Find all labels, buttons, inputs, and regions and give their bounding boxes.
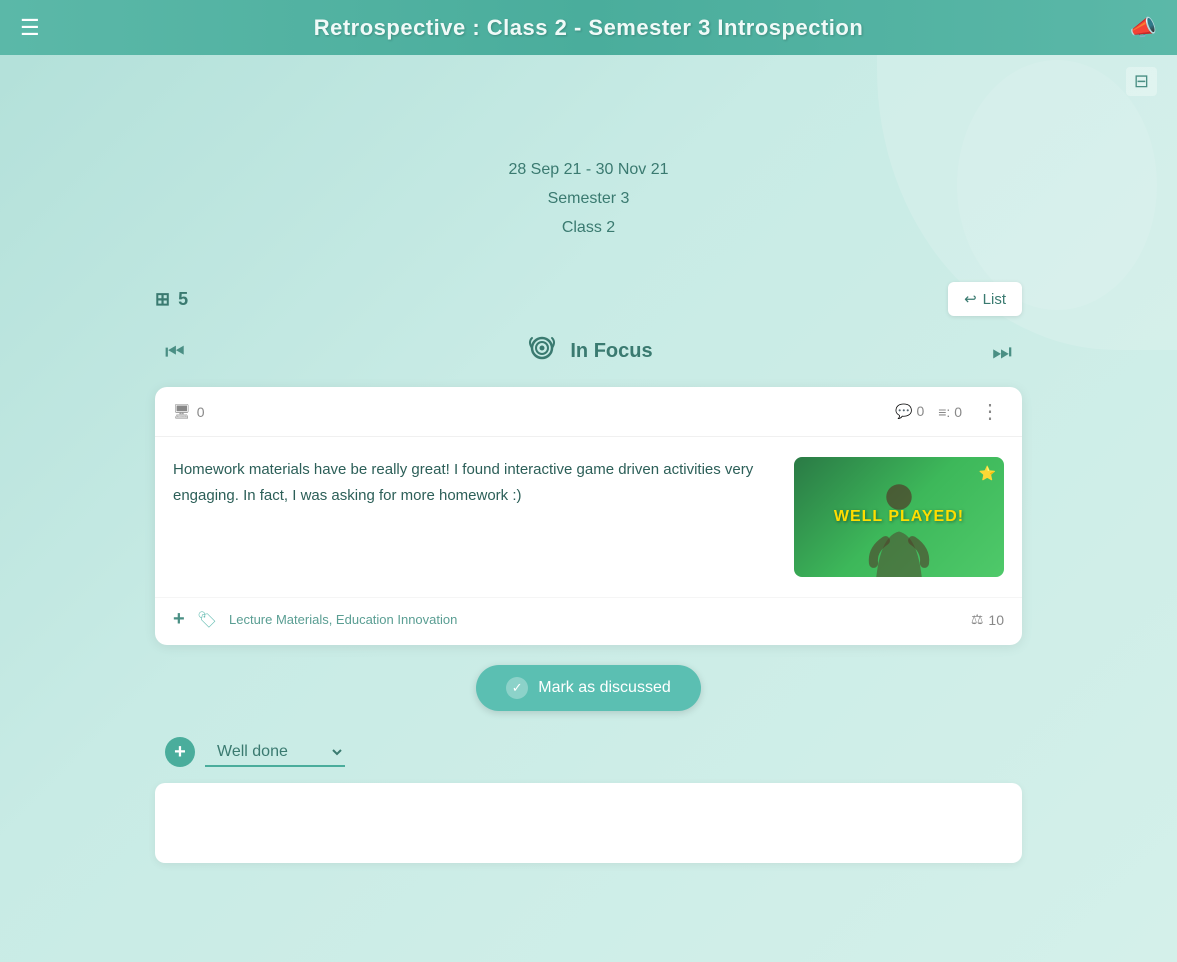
prev-button[interactable]: ⏮ [155,335,195,369]
in-focus-text: In Focus [570,340,652,363]
vote-count: 0 [197,404,205,420]
card-image: WELL PLAYED! ⭐ [794,457,1004,577]
card-text: Homework materials have be really great!… [173,457,774,577]
card-image-title: WELL PLAYED! [834,508,964,526]
score-value: 10 [988,612,1004,628]
nav-row: ⏮ In Focus ⏭ [155,330,1022,373]
mark-discussed-row: ✓ Mark as discussed [155,665,1022,711]
content-topbar: ⊞ 5 ↩ List [155,282,1022,316]
comment-meta: 💬 0 [895,403,924,420]
tags-text: Lecture Materials, Education Innovation [229,612,457,627]
add-response-button[interactable]: + [165,737,195,767]
card-body: Homework materials have be really great!… [155,437,1022,597]
class-label: Class 2 [0,214,1177,243]
list-label: List [983,291,1006,308]
semester-label: Semester 3 [0,185,1177,214]
mark-discussed-label: Mark as discussed [538,679,671,697]
feedback-card: 🖥 0 💬 0 ≡: 0 ⋮ Homework materials have b… [155,387,1022,645]
in-focus-label: In Focus [524,330,652,373]
comment-box[interactable] [155,783,1022,863]
menu-icon[interactable]: ☰ [20,15,60,41]
comment-count: 0 [916,403,924,419]
star-icon: ⭐ [979,465,996,482]
more-options-button[interactable]: ⋮ [976,399,1004,424]
scale-icon: ⚖ [971,611,984,628]
date-info: 28 Sep 21 - 30 Nov 21 Semester 3 Class 2 [0,156,1177,242]
main-content: ⊞ 5 ↩ List ⏮ In Focus ⏭ [155,282,1022,863]
card-meta-right: 💬 0 ≡: 0 ⋮ [895,399,1004,424]
comment-icon: 💬 [895,403,912,419]
action-count: 0 [954,404,962,420]
card-header: 🖥 0 💬 0 ≡: 0 ⋮ [155,387,1022,437]
person-silhouette [859,477,939,577]
balance-score: ⚖ 10 [971,611,1004,628]
app-header: ☰ Retrospective : Class 2 - Semester 3 I… [0,0,1177,55]
list-button[interactable]: ↩ List [948,282,1022,316]
stack-count: ⊞ 5 [155,289,188,310]
next-button[interactable]: ⏭ [982,335,1022,369]
filter-icon[interactable]: ⊟ [1126,67,1157,96]
list-icon: ↩ [964,290,977,308]
layers-icon: ⊞ [155,289,170,310]
vote-icon: 🖥 [173,403,191,420]
add-tag-button[interactable]: + [173,608,185,631]
action-icon: ≡: [938,404,950,420]
tag-icon: 🏷 [197,610,217,630]
filter-row: ⊟ [0,55,1177,96]
check-icon: ✓ [506,677,528,699]
stack-number: 5 [178,289,188,310]
card-footer: + 🏷 Lecture Materials, Education Innovat… [155,597,1022,645]
response-type-select[interactable]: Well done Keep doing Stop doing [205,738,345,767]
focus-icon [524,330,560,373]
mark-discussed-button[interactable]: ✓ Mark as discussed [476,665,701,711]
announce-icon[interactable]: 📣 [1117,15,1157,41]
well-done-row: + Well done Keep doing Stop doing [155,737,1022,767]
action-meta: ≡: 0 [938,404,962,420]
card-meta-left: 🖥 0 [173,403,205,420]
date-range: 28 Sep 21 - 30 Nov 21 [0,156,1177,185]
page-title: Retrospective : Class 2 - Semester 3 Int… [60,15,1117,41]
